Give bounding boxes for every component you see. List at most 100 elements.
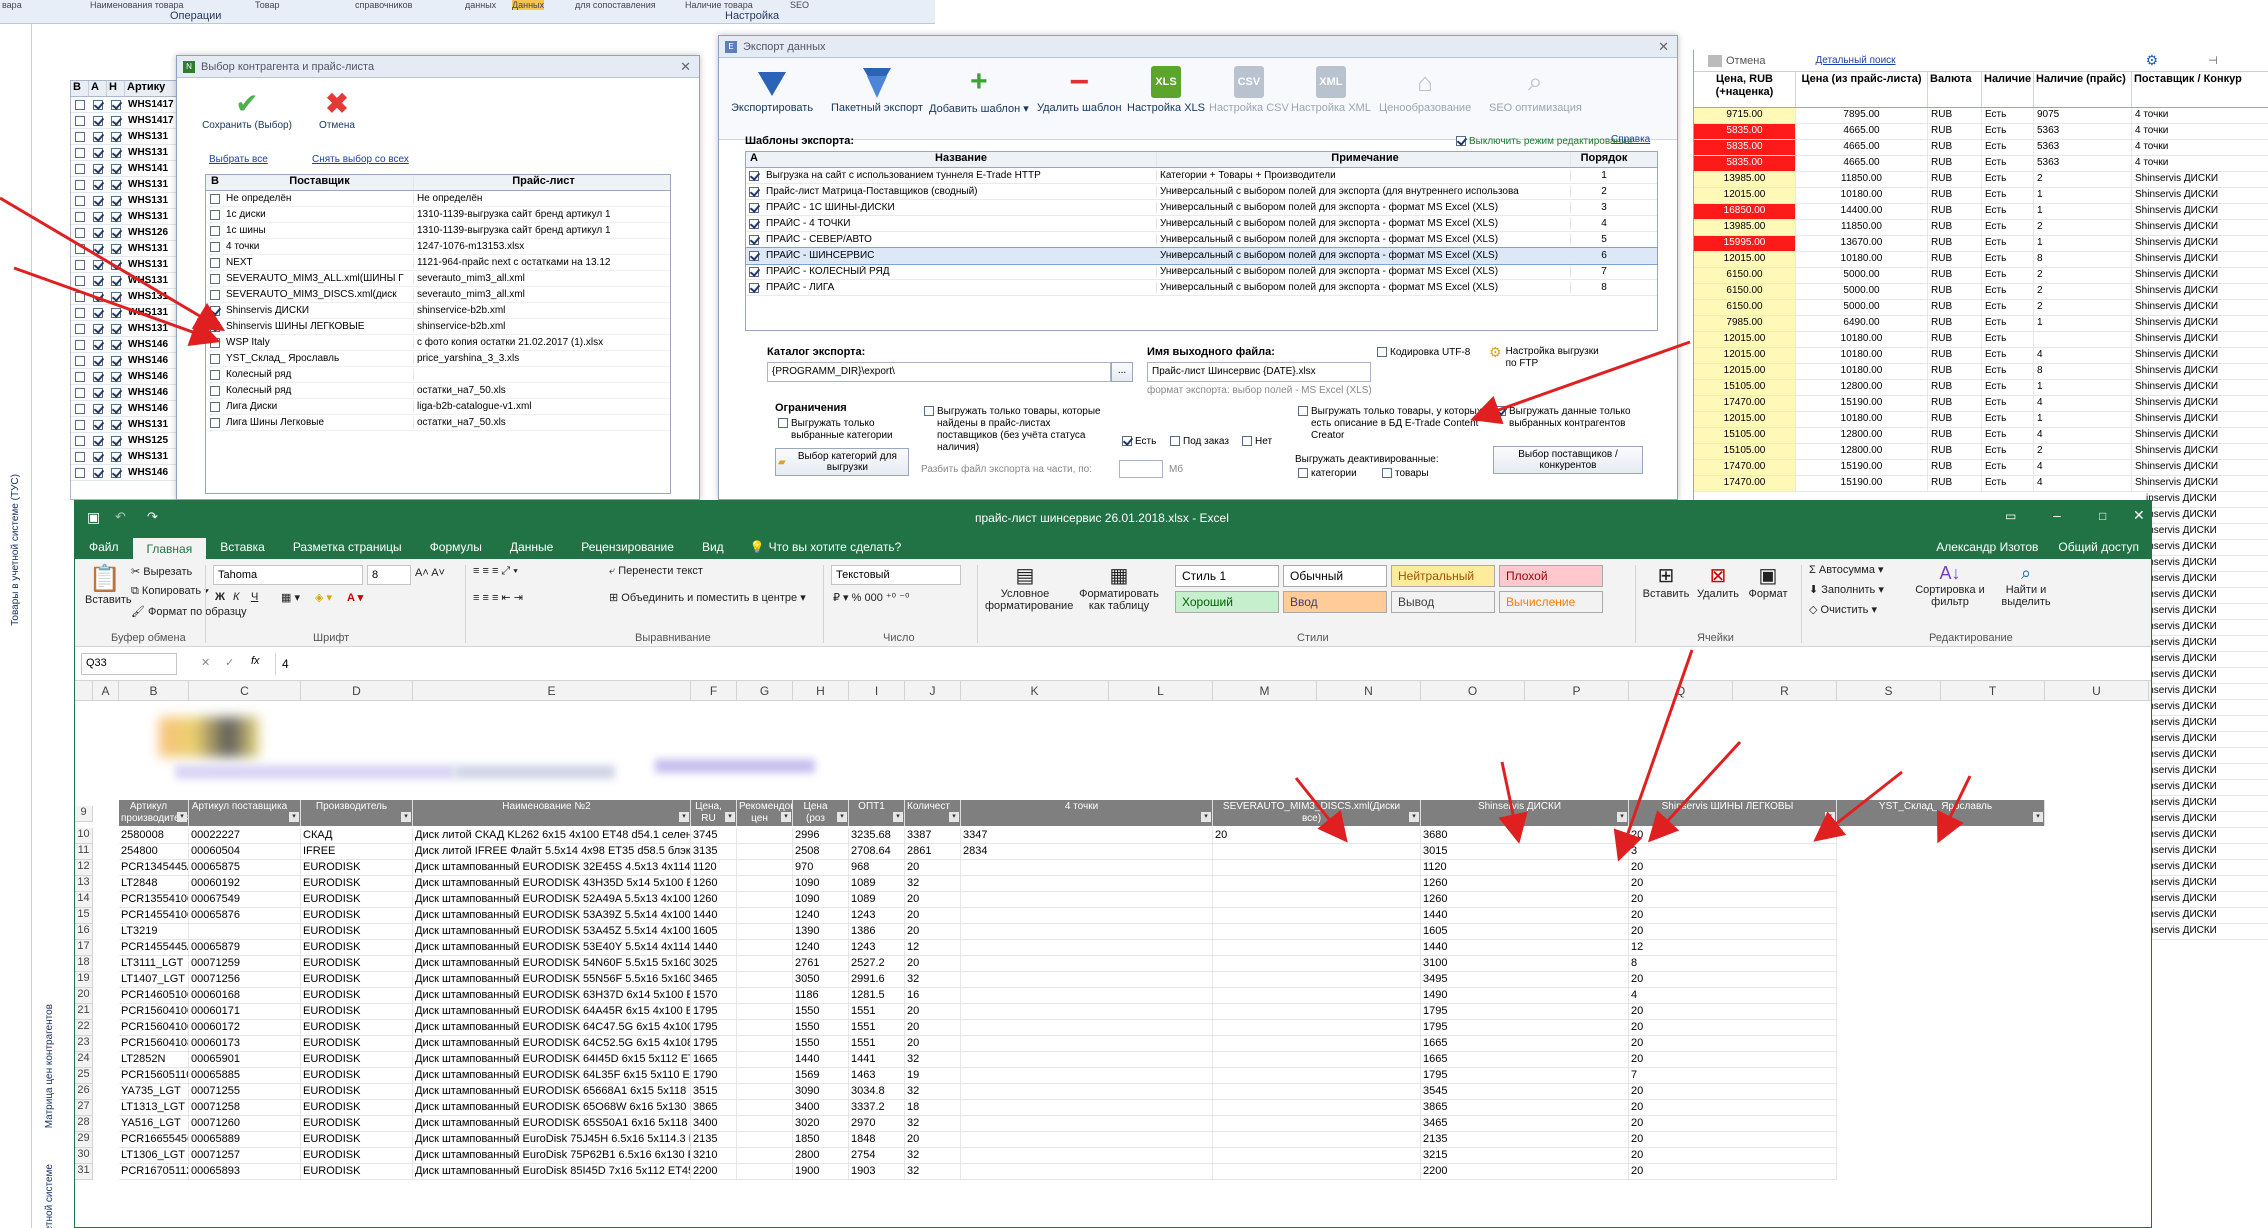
checkbox-v[interactable] [75,163,85,174]
sheet-cell[interactable]: 1120 [1421,860,1629,876]
template-active-checkbox[interactable] [749,186,759,197]
checkbox-v[interactable] [75,355,85,366]
sheet-cell[interactable]: 2580008 [119,828,189,844]
row-header[interactable]: 21 [75,1004,93,1020]
sheet-cell[interactable]: LT1306_LGT [119,1148,189,1164]
supplier-row[interactable]: 1с шины 1310-1139-выгрузка сайт бренд арт… [206,223,670,239]
sheet-cell[interactable] [737,1068,793,1084]
checkbox-v[interactable] [75,115,85,126]
sheet-cell[interactable]: 1551 [849,1004,905,1020]
checkbox-n[interactable] [111,99,121,110]
conditional-format-button[interactable]: ▤ Условное форматирование [985,563,1073,612]
checkbox-n[interactable] [111,339,121,350]
price-row[interactable]: 5835.00 4665.00 RUB Есть 5363 4 точки [1694,124,2268,140]
sheet-cell[interactable]: 20 [1629,1020,1837,1036]
sheet-cell[interactable]: 1551 [849,1020,905,1036]
price-row[interactable]: 13985.00 11850.00 RUB Есть 2 Shinservis ДИСКИ [1694,172,2268,188]
sheet-cell[interactable]: EURODISK [301,924,413,940]
sheet-cell[interactable]: 2135 [691,1132,737,1148]
column-header[interactable]: U [2045,681,2149,701]
row-header[interactable]: 14 [75,892,93,908]
sheet-cell[interactable]: 1605 [691,924,737,940]
sheet-cell[interactable]: LT3219 [119,924,189,940]
sheet-cell[interactable] [737,844,793,860]
checkbox-v[interactable] [75,467,85,478]
sheet-cell[interactable]: 1260 [1421,876,1629,892]
checkbox-a[interactable] [93,451,103,462]
sheet-cell[interactable]: 2754 [849,1148,905,1164]
supplier-checkbox[interactable] [210,225,220,236]
price-row[interactable]: 16850.00 14400.00 RUB Есть 1 Shinservis ДИСКИ [1694,204,2268,220]
filter-dropdown-icon[interactable]: ▾ [781,812,791,822]
sheet-cell[interactable] [737,1004,793,1020]
sheet-cell[interactable]: 00071259 [189,956,301,972]
sheet-cell[interactable]: EURODISK [301,1052,413,1068]
sheet-cell[interactable]: 2996 [793,828,849,844]
opt-description-checkbox[interactable] [1298,406,1308,416]
grow-font-icon[interactable]: A˄ A˅ [415,567,445,579]
sheet-cell[interactable]: 00060171 [189,1004,301,1020]
fill-button[interactable]: ⬇ Заполнить ▾ [1809,583,1884,596]
row-header[interactable]: 10 [75,828,93,844]
supplier-row[interactable]: Не определён Не определён [206,191,670,207]
align-top-icons[interactable]: ≡ ≡ ≡ ⤢ ▾ [473,565,518,578]
price-row[interactable]: 17470.00 15190.00 RUB Есть 4 Shinservis ДИСКИ [1694,396,2268,412]
column-header[interactable]: E [413,681,691,701]
sheet-cell[interactable]: LT1313_LGT [119,1100,189,1116]
supplier-row[interactable]: SEVERAUTO_MIM3_DISCS.xml(диск severauto_m… [206,287,670,303]
sheet-cell[interactable]: 3050 [793,972,849,988]
checkbox-v[interactable] [75,403,85,414]
product-row[interactable]: WHS131 [71,289,189,305]
price-matrix-vertical-tab[interactable]: Матрица цен контрагентов [44,1004,55,1128]
sheet-cell[interactable]: Диск штампованный EURODISK 43H35D 5x14 5… [413,876,691,892]
sheet-cell[interactable] [961,1132,1213,1148]
price-row[interactable]: 12015.00 10180.00 RUB Есть 4 Shinservis ДИСКИ [1694,348,2268,364]
sheet-cell[interactable]: Диск штампованный EURODISK 52A49A 5.5x13… [413,892,691,908]
sheet-cell[interactable] [961,1052,1213,1068]
filename-input[interactable]: Прайс-лист Шинсервис {DATE}.xlsx [1147,362,1371,382]
checkbox-a[interactable] [93,339,103,350]
sheet-cell[interactable]: 3680 [1421,828,1629,844]
sheet-cell[interactable]: 1260 [1421,892,1629,908]
sheet-cell[interactable] [1213,1132,1421,1148]
sheet-cell[interactable]: 1260 [691,892,737,908]
checkbox-a[interactable] [93,355,103,366]
sheet-cell[interactable]: 254800 [119,844,189,860]
supplier-row[interactable]: Колесный ряд остатки_на7_50.xls [206,383,670,399]
sheet-cell[interactable]: 1551 [849,1036,905,1052]
plus-button[interactable]: + Добавить шаблон ▾ [929,62,1029,115]
cell-style-swatch[interactable]: Плохой [1499,565,1603,587]
template-active-checkbox[interactable] [749,282,759,293]
ftp-settings-button[interactable]: ⚙ Настройка выгрузки по FTP [1489,345,1599,370]
fx-icon[interactable]: fx [251,655,260,667]
cancel-button[interactable]: ✖ Отмена [307,88,367,131]
sheet-cell[interactable]: 1240 [793,940,849,956]
sheet-cell[interactable]: 00067549 [189,892,301,908]
sheet-cell[interactable]: 1665 [691,1052,737,1068]
column-header[interactable]: D [301,681,413,701]
checkbox-n[interactable] [111,419,121,430]
sheet-cell[interactable]: 20 [905,1020,961,1036]
checkbox-v[interactable] [75,435,85,446]
column-header[interactable]: J [905,681,961,701]
sheet-cell[interactable] [737,940,793,956]
xml-button[interactable]: XML Настройка XML [1291,62,1371,114]
checkbox-n[interactable] [111,275,121,286]
price-row[interactable]: 12015.00 10180.00 RUB Есть 1 Shinservis ДИСКИ [1694,412,2268,428]
sheet-cell[interactable] [737,892,793,908]
delete-cells-button[interactable]: ⊠ Удалить [1693,563,1743,600]
minimize-icon[interactable]: – [2053,507,2061,523]
cancel-filter[interactable]: Отмена [1726,55,1765,67]
row-header[interactable]: 12 [75,860,93,876]
sheet-cell[interactable]: 3025 [691,956,737,972]
checkbox-v[interactable] [75,227,85,238]
column-header[interactable]: R [1733,681,1837,701]
sheet-cell[interactable]: 32 [905,1052,961,1068]
number-format-select[interactable]: Текстовый [831,565,961,585]
sheet-cell[interactable] [737,1052,793,1068]
checkbox-v[interactable] [75,291,85,302]
sheet-cell[interactable]: 20 [1629,908,1837,924]
ribbon-tab[interactable]: Формулы [416,540,496,559]
product-row[interactable]: WHS125 [71,433,189,449]
supplier-checkbox[interactable] [210,353,220,364]
